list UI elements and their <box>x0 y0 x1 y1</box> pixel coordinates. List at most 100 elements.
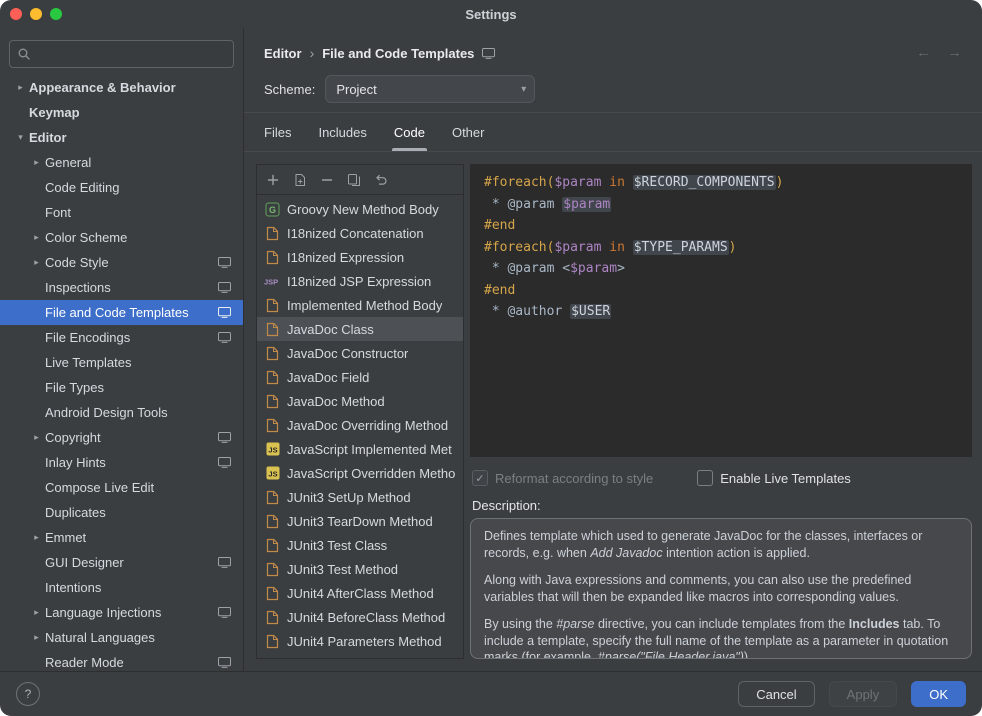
template-item-javadoc-field[interactable]: JavaDoc Field <box>257 365 463 389</box>
template-item-javascript-implemented-met[interactable]: JSJavaScript Implemented Met <box>257 437 463 461</box>
create-child-template-button[interactable] <box>293 173 307 187</box>
breadcrumb-item-editor[interactable]: Editor <box>264 46 302 61</box>
forward-button[interactable]: → <box>947 44 962 61</box>
chevron-right-icon[interactable]: ▸ <box>28 257 45 268</box>
sidebar-item-label: Live Templates <box>45 355 131 370</box>
code-line: #end <box>484 280 958 302</box>
code-line: * @param <$param> <box>484 258 958 280</box>
sidebar-item-editor[interactable]: ▾Editor <box>0 125 243 150</box>
add-template-button[interactable] <box>266 173 280 187</box>
template-item-implemented-method-body[interactable]: Implemented Method Body <box>257 293 463 317</box>
sidebar-item-label: Code Editing <box>45 180 119 195</box>
template-item-i18nized-concatenation[interactable]: I18nized Concatenation <box>257 221 463 245</box>
sidebar-item-file-types[interactable]: File Types <box>0 375 243 400</box>
chevron-right-icon[interactable]: ▸ <box>28 232 45 243</box>
scheme-select[interactable]: Project ▾ <box>325 75 535 103</box>
template-item-javadoc-method[interactable]: JavaDoc Method <box>257 389 463 413</box>
sidebar-item-file-and-code-templates[interactable]: File and Code Templates <box>0 300 243 325</box>
template-item-junit4-afterclass-method[interactable]: JUnit4 AfterClass Method <box>257 581 463 605</box>
apply-button[interactable]: Apply <box>829 681 898 707</box>
sidebar-item-android-design-tools[interactable]: Android Design Tools <box>0 400 243 425</box>
enable-live-templates-checkbox[interactable]: Enable Live Templates <box>697 470 851 486</box>
reformat-checkbox-label: Reformat according to style <box>495 471 653 486</box>
tab-label: Files <box>264 125 291 140</box>
file-template-icon <box>264 586 281 601</box>
template-item-javadoc-constructor[interactable]: JavaDoc Constructor <box>257 341 463 365</box>
sidebar-item-inlay-hints[interactable]: Inlay Hints <box>0 450 243 475</box>
chevron-down-icon[interactable]: ▾ <box>12 132 29 143</box>
tab-includes[interactable]: Includes <box>318 113 366 151</box>
chevron-right-icon[interactable]: ▸ <box>28 607 45 618</box>
template-item-junit3-test-class[interactable]: JUnit3 Test Class <box>257 533 463 557</box>
template-item-label: I18nized Expression <box>287 250 404 265</box>
sidebar-item-gui-designer[interactable]: GUI Designer <box>0 550 243 575</box>
sidebar-item-color-scheme[interactable]: ▸Color Scheme <box>0 225 243 250</box>
editor-settings-icon <box>218 257 231 268</box>
reformat-checkbox[interactable]: ✓ Reformat according to style <box>472 470 653 486</box>
zoom-button[interactable] <box>50 8 62 20</box>
sidebar-item-copyright[interactable]: ▸Copyright <box>0 425 243 450</box>
template-item-javadoc-overriding-method[interactable]: JavaDoc Overriding Method <box>257 413 463 437</box>
sidebar-item-file-encodings[interactable]: File Encodings <box>0 325 243 350</box>
sidebar-item-general[interactable]: ▸General <box>0 150 243 175</box>
template-list-panel: GGroovy New Method BodyI18nized Concaten… <box>256 164 464 659</box>
close-button[interactable] <box>10 8 22 20</box>
sidebar-item-live-templates[interactable]: Live Templates <box>0 350 243 375</box>
chevron-right-icon[interactable]: ▸ <box>12 82 29 93</box>
chevron-right-icon[interactable]: ▸ <box>28 157 45 168</box>
template-item-junit4-parameters-method[interactable]: JUnit4 Parameters Method <box>257 629 463 653</box>
template-item-i18nized-jsp-expression[interactable]: JSPI18nized JSP Expression <box>257 269 463 293</box>
sidebar-item-code-style[interactable]: ▸Code Style <box>0 250 243 275</box>
checkbox-checked-icon[interactable]: ✓ <box>472 470 488 486</box>
template-item-junit4-beforeclass-method[interactable]: JUnit4 BeforeClass Method <box>257 605 463 629</box>
code-line: #end <box>484 215 958 237</box>
sidebar-item-code-editing[interactable]: Code Editing <box>0 175 243 200</box>
chevron-right-icon[interactable]: ▸ <box>28 632 45 643</box>
minimize-button[interactable] <box>30 8 42 20</box>
sidebar-item-duplicates[interactable]: Duplicates <box>0 500 243 525</box>
file-template-icon <box>264 346 281 361</box>
checkbox-unchecked-icon[interactable] <box>697 470 713 486</box>
template-item-junit3-test-method[interactable]: JUnit3 Test Method <box>257 557 463 581</box>
reset-to-default-button[interactable] <box>374 173 388 187</box>
copy-template-button[interactable] <box>347 173 361 187</box>
sidebar-item-font[interactable]: Font <box>0 200 243 225</box>
sidebar-item-label: Keymap <box>29 105 80 120</box>
remove-template-button[interactable] <box>320 173 334 187</box>
template-item-groovy-new-method-body[interactable]: GGroovy New Method Body <box>257 197 463 221</box>
sidebar-item-intentions[interactable]: Intentions <box>0 575 243 600</box>
settings-search-input[interactable] <box>9 40 234 68</box>
sidebar-item-label: Emmet <box>45 530 86 545</box>
back-button[interactable]: ← <box>916 44 931 61</box>
editor-settings-icon <box>218 607 231 618</box>
sidebar-item-keymap[interactable]: Keymap <box>0 100 243 125</box>
tab-code[interactable]: Code <box>394 113 425 151</box>
template-item-junit3-teardown-method[interactable]: JUnit3 TearDown Method <box>257 509 463 533</box>
template-editor[interactable]: #foreach($param in $RECORD_COMPONENTS) *… <box>470 164 972 457</box>
sidebar-item-compose-live-edit[interactable]: Compose Live Edit <box>0 475 243 500</box>
ok-button[interactable]: OK <box>911 681 966 707</box>
template-item-junit4-setup-method[interactable]: JUnit4 SetUp Method <box>257 653 463 658</box>
template-item-javascript-overridden-metho[interactable]: JSJavaScript Overridden Metho <box>257 461 463 485</box>
sidebar-item-emmet[interactable]: ▸Emmet <box>0 525 243 550</box>
template-item-junit3-setup-method[interactable]: JUnit3 SetUp Method <box>257 485 463 509</box>
file-template-icon <box>264 490 281 505</box>
template-item-label: JavaDoc Field <box>287 370 369 385</box>
sidebar-item-appearance-behavior[interactable]: ▸Appearance & Behavior <box>0 75 243 100</box>
sidebar-item-natural-languages[interactable]: ▸Natural Languages <box>0 625 243 650</box>
template-item-javadoc-class[interactable]: JavaDoc Class <box>257 317 463 341</box>
description-paragraph: By using the #parse directive, you can i… <box>484 616 958 659</box>
sidebar-item-inspections[interactable]: Inspections <box>0 275 243 300</box>
tab-files[interactable]: Files <box>264 113 291 151</box>
cancel-button[interactable]: Cancel <box>738 681 814 707</box>
sidebar-item-language-injections[interactable]: ▸Language Injections <box>0 600 243 625</box>
sidebar-item-reader-mode[interactable]: Reader Mode <box>0 650 243 671</box>
tab-other[interactable]: Other <box>452 113 485 151</box>
file-template-icon <box>264 298 281 313</box>
template-item-i18nized-expression[interactable]: I18nized Expression <box>257 245 463 269</box>
scheme-selected-value: Project <box>336 82 376 97</box>
chevron-right-icon[interactable]: ▸ <box>28 432 45 443</box>
help-button[interactable]: ? <box>16 682 40 706</box>
chevron-right-icon[interactable]: ▸ <box>28 532 45 543</box>
template-item-label: JUnit3 SetUp Method <box>287 490 411 505</box>
